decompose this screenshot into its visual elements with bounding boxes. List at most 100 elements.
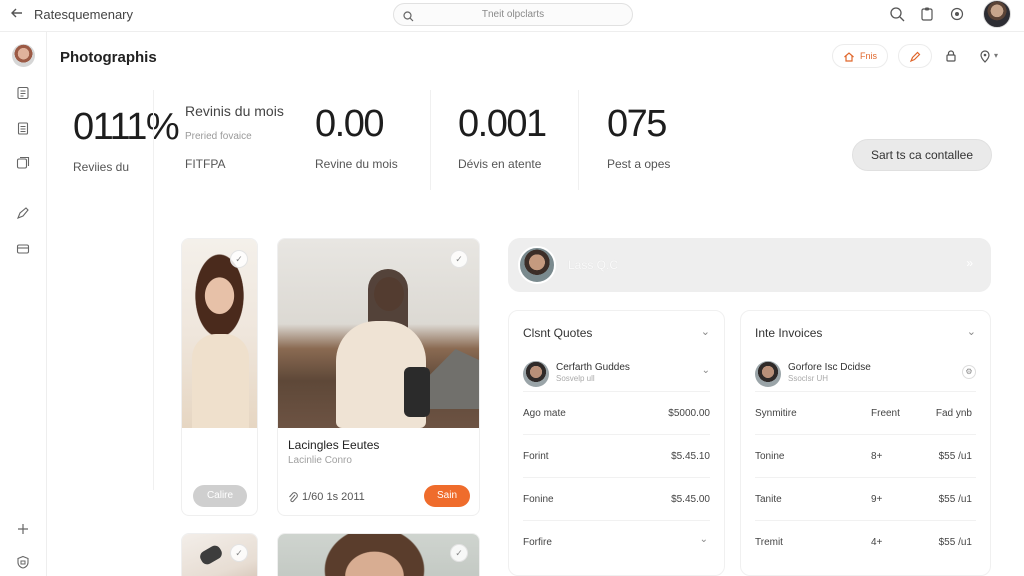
card-2-button[interactable]: Sain [424,485,470,507]
check-icon[interactable]: ✓ [450,544,468,562]
portrait-photo [182,239,257,428]
home-button[interactable]: Fnis [832,44,888,68]
stat-2-sub: Preried fovaice [185,131,252,142]
page-title: Photographis [60,49,157,66]
location-pin-icon [978,50,992,67]
client-sub: Ssoclsr UH [788,374,829,383]
photo-card[interactable]: ✓ Lacingles Eeutes Lacinlie Conro 1/60 1… [277,238,480,516]
photo-card[interactable]: ✓ Calire [181,238,258,516]
pen-icon[interactable] [16,206,31,221]
row-amount: $5.45.10 [671,451,710,462]
home-button-label: Fnis [860,51,878,61]
row-amount: $5000.00 [668,408,710,419]
check-icon[interactable]: ✓ [450,250,468,268]
location-dropdown[interactable]: ▾ [978,49,1004,65]
home-icon [843,50,855,68]
row-label: Forfire [523,537,552,548]
invoices-panel: Inte Invoices ⌄ Gorfore Isc Dcidse Ssocl… [740,310,991,576]
card-1-button[interactable]: Calire [193,485,247,507]
client-row[interactable]: Gorfore Isc Dcidse Ssoclsr UH ⚙ [755,359,976,393]
column-header: Synmitire [755,408,797,419]
client-avatar [523,361,549,387]
chevron-down-icon[interactable]: ⌄ [702,365,710,376]
check-icon[interactable]: ✓ [230,544,248,562]
table-row[interactable]: Tanite 9+ $55 /u1 [755,477,976,520]
table-row[interactable]: Tonine 8+ $55 /u1 [755,434,976,477]
chevron-down-icon[interactable]: ⌄ [701,325,710,338]
stat-4-label: Dévis en atente [458,157,542,171]
gallery-icon[interactable] [16,156,31,171]
divider [578,90,579,190]
row-label: Tremit [755,537,783,548]
client-quotes-panel: Clsnt Quotes ⌄ Cerfarth Guddes Sosvelp u… [508,310,725,576]
column-header: Fad ynb [935,408,972,419]
row-amount: $5.45.00 [671,494,710,505]
stat-3-value: 0.00 [315,103,384,145]
table-row[interactable]: Fonine $5.45.00 [523,477,710,520]
table-row[interactable]: Forfire ⌄ [523,520,710,563]
banner-text: Lass Q.C [568,258,619,272]
pencil-icon [909,50,921,68]
portrait-photo [278,534,479,576]
check-icon[interactable]: ✓ [230,250,248,268]
row-price: $55 /u1 [938,494,972,505]
table-row[interactable]: Forint $5.45.10 [523,434,710,477]
stat-4-value: 0.001 [458,103,547,145]
app-title: Ratesquemenary [34,7,133,22]
table-row[interactable]: Tremit 4+ $55 /u1 [755,520,976,563]
row-label: Fonine [523,494,554,505]
chevron-down-icon[interactable]: ⌄ [700,534,708,545]
stat-5-value: 075 [607,103,667,145]
double-chevron-right-icon[interactable]: » [966,256,973,270]
row-label: Forint [523,451,549,462]
plus-icon[interactable] [16,522,31,537]
stat-5-label: Pest a opes [607,157,671,171]
card-title: Lacingles Eeutes [288,438,380,452]
lock-icon[interactable] [944,49,960,65]
panel-title: Inte Invoices [755,326,823,340]
row-qty: 9+ [871,494,883,505]
document-icon[interactable] [16,86,31,101]
settings-icon[interactable] [949,6,965,22]
client-row[interactable]: Cerfarth Guddes Sosvelp ull ⌄ [523,359,710,393]
edit-button[interactable] [898,44,932,68]
row-label: Ago mate [523,408,566,419]
row-qty: 4+ [871,537,883,548]
clipboard-icon[interactable] [919,6,935,22]
top-bar: Ratesquemenary Tneit olpclarts [0,0,1024,32]
stat-2-extra: FITFPA [185,157,226,171]
cta-button[interactable]: Sart ts ca contallee [852,139,992,171]
search-input[interactable]: Tneit olpclarts [393,3,633,26]
chevron-down-icon[interactable]: ⌄ [967,325,976,338]
column-header: Freent [871,408,900,419]
card-date: 1/60 1s 2011 [302,491,365,503]
divider [430,90,431,190]
table-row[interactable]: Ago mate $5000.00 [523,391,710,434]
settings-icon[interactable]: ⚙ [962,365,976,379]
banner-avatar [518,246,556,284]
search-placeholder: Tneit olpclarts [481,9,545,20]
photo-card[interactable]: ✓ [181,533,258,576]
client-banner[interactable]: Lass Q.C » [508,238,991,292]
client-sub: Sosvelp ull [556,374,595,383]
search-icon[interactable] [889,6,905,22]
row-label: Tonine [755,451,785,462]
card-subtitle: Lacinlie Conro [288,455,352,466]
landscape-photo [278,239,479,428]
sidebar-avatar[interactable] [12,44,35,67]
row-qty: 8+ [871,451,883,462]
divider [153,90,154,490]
chevron-down-icon: ▾ [994,51,999,60]
photo-card[interactable]: ✓ [277,533,480,576]
row-price: $55 /u1 [938,537,972,548]
card-icon[interactable] [16,242,31,257]
back-arrow-icon[interactable] [10,6,28,24]
stat-3-label: Revine du mois [315,157,398,171]
sidebar [0,32,47,576]
stat-1-value: 0111% [73,106,180,148]
client-avatar [755,361,781,387]
user-avatar[interactable] [983,0,1011,28]
clipboard-list-icon[interactable] [16,121,31,136]
shield-icon[interactable] [16,555,31,570]
stat-2-title: Revinis du mois [185,103,284,119]
